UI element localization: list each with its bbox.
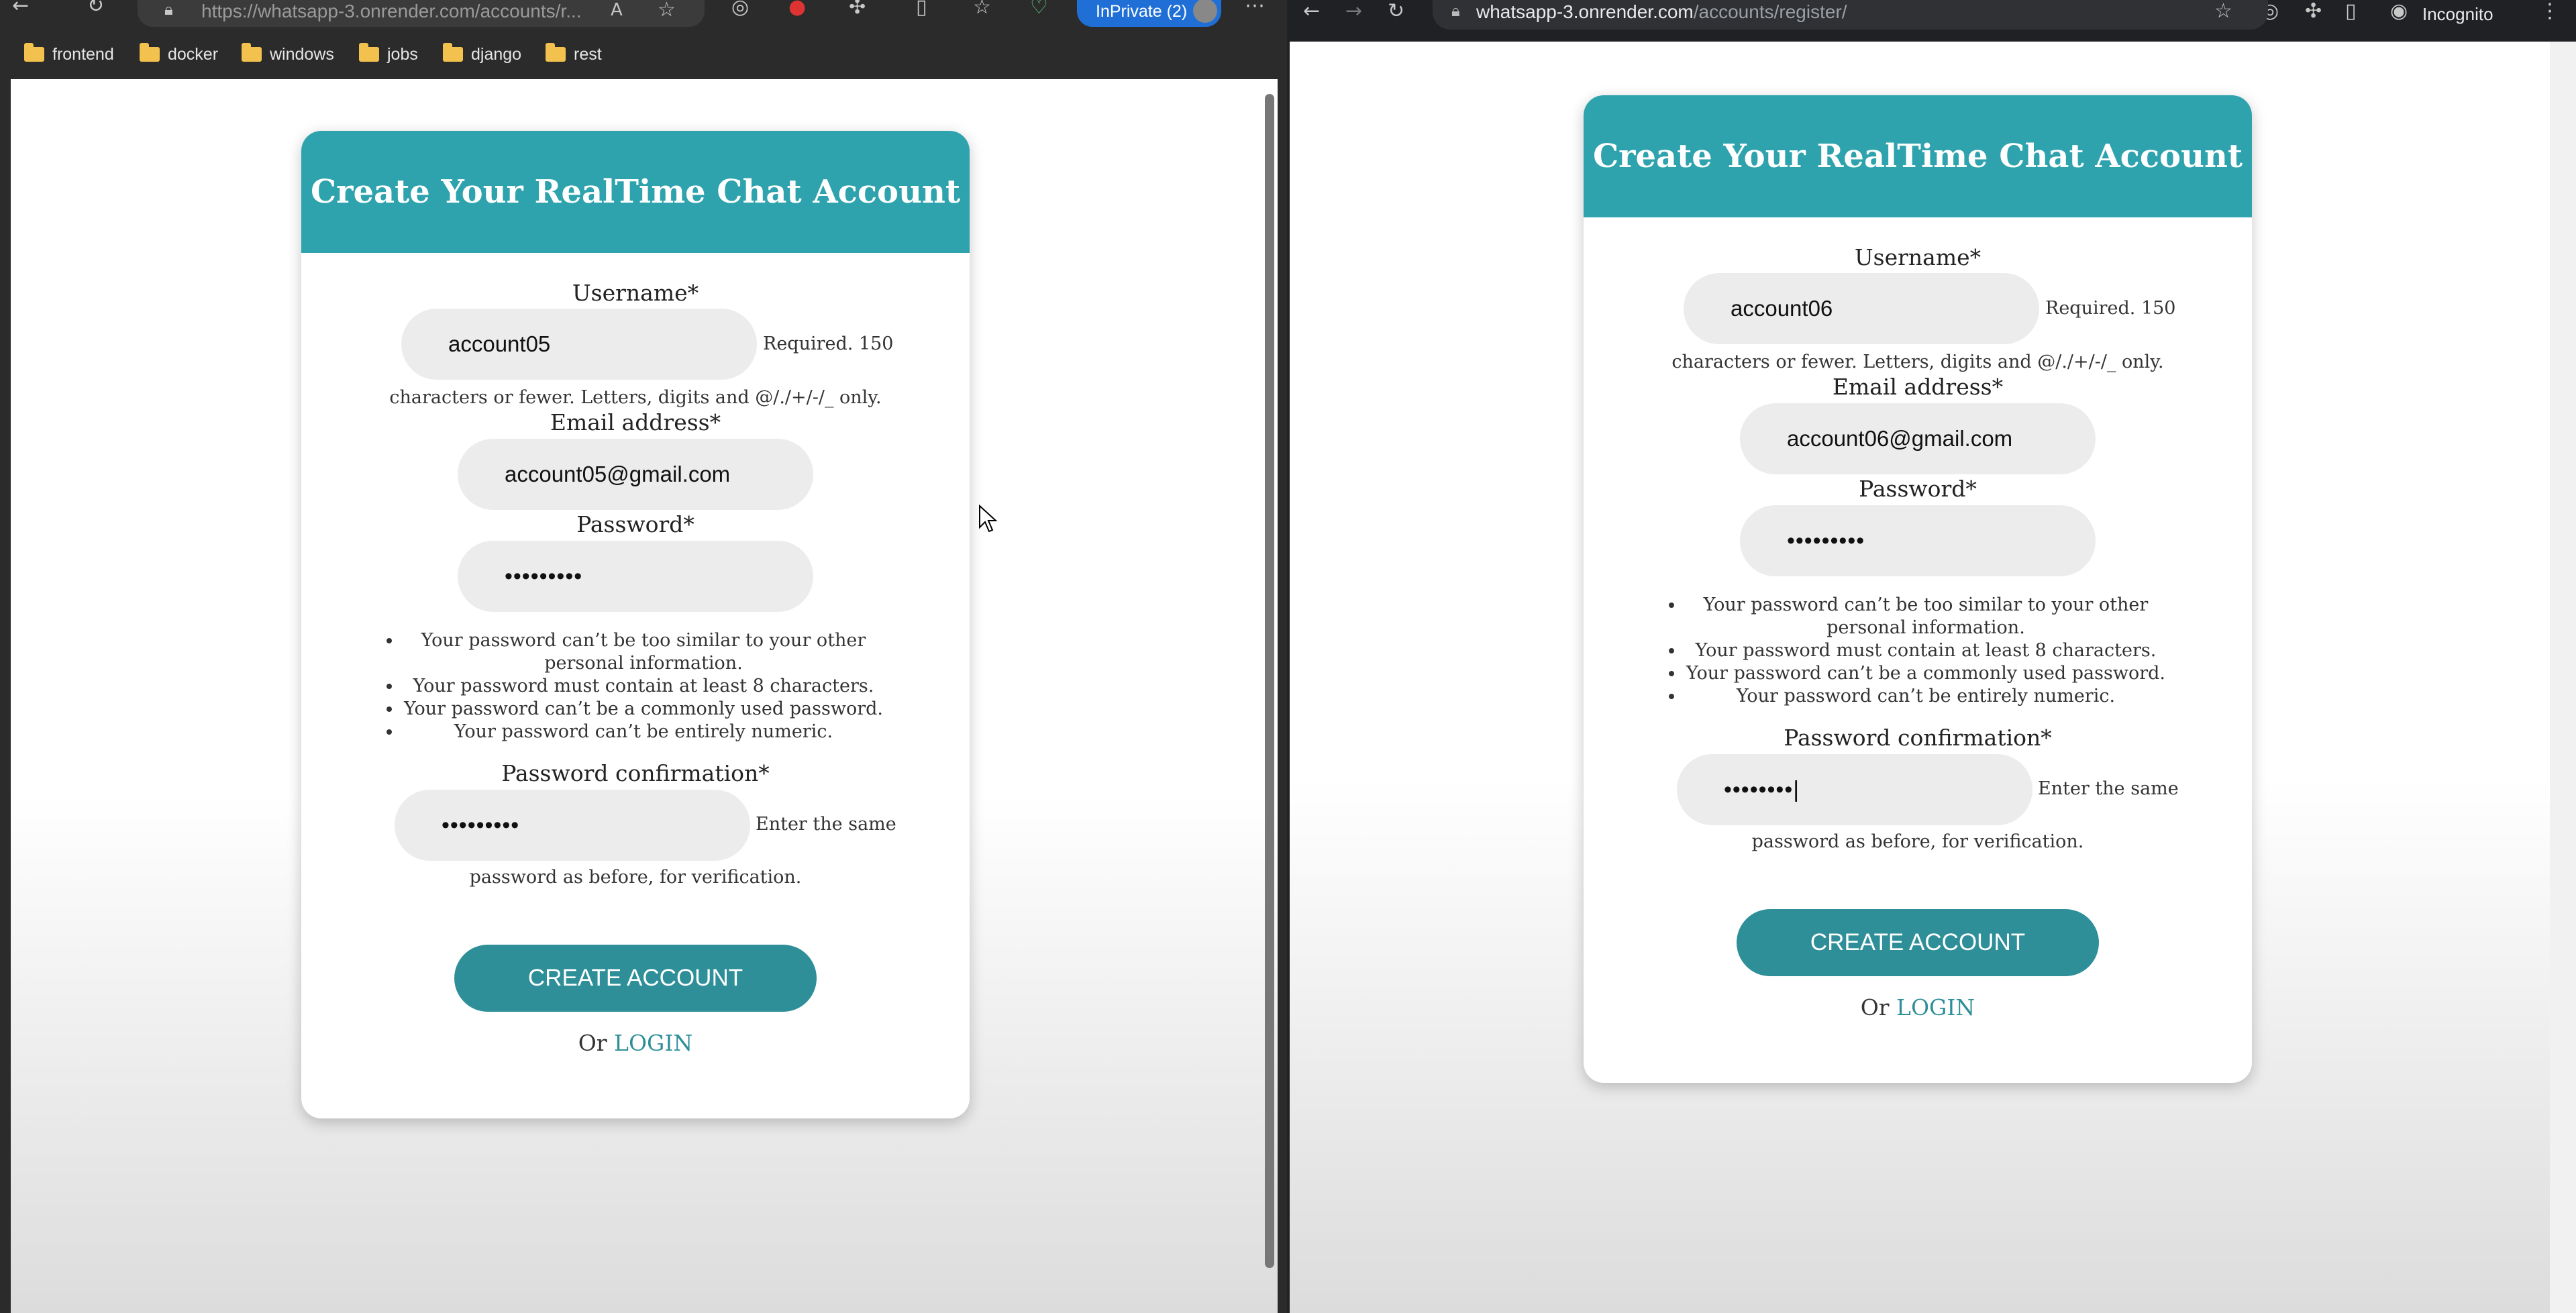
bookmark-windows[interactable]: windows <box>242 38 334 71</box>
rule-item: Your password can’t be too similar to yo… <box>1684 594 2167 639</box>
mouse-cursor-icon <box>979 505 998 533</box>
lock-icon: 🔒︎ <box>1451 1 1460 20</box>
incognito-icon: ◉ <box>2390 0 2408 23</box>
left-address-bar[interactable]: 🔒︎ https://whatsapp-3.onrender.com/accou… <box>138 0 705 27</box>
email-input[interactable]: account06@gmail.com <box>1740 403 2096 474</box>
bookmark-frontend[interactable]: frontend <box>24 38 114 71</box>
url-host: whatsapp-3.onrender.com <box>1476 1 1694 22</box>
right-address-bar[interactable]: 🔒︎ whatsapp-3.onrender.com/accounts/regi… <box>1433 0 2268 30</box>
password-label: Password* <box>1859 476 1977 502</box>
incognito-label: Incognito <box>2422 4 2493 24</box>
folder-icon <box>24 43 44 62</box>
email-label: Email address* <box>550 409 721 435</box>
card-title: Create Your RealTime Chat Account <box>1584 95 2252 217</box>
username-help-b: characters or fewer. Letters, digits and… <box>1671 352 2164 372</box>
extension-glasses-icon[interactable]: ◎ <box>731 0 749 17</box>
confirm-help-b: password as before, for verification. <box>1751 831 2084 852</box>
rule-item: Your password can’t be a commonly used p… <box>402 698 885 721</box>
inprivate-label: InPrivate (2) <box>1096 1 1188 21</box>
star-icon[interactable]: ☆ <box>2214 1 2232 21</box>
folder-icon <box>359 43 379 62</box>
password-rules: Your password can’t be too similar to yo… <box>382 629 885 743</box>
rule-item: Your password can’t be entirely numeric. <box>402 721 885 743</box>
folder-icon <box>546 43 566 62</box>
folder-icon <box>140 43 160 62</box>
avatar <box>1193 0 1217 23</box>
username-help-a: Required. 150 <box>2045 298 2176 319</box>
confirm-label: Password confirmation* <box>501 760 770 786</box>
username-input[interactable]: account05 <box>401 309 757 380</box>
split-screen-icon[interactable]: ▯ <box>916 0 927 17</box>
left-scrollbar[interactable] <box>1265 94 1274 1268</box>
bookmark-jobs[interactable]: jobs <box>359 38 418 71</box>
url-path: /accounts/register/ <box>1693 1 1847 22</box>
create-account-button[interactable]: CREATE ACCOUNT <box>454 945 817 1012</box>
read-aloud-icon[interactable]: A <box>611 1 623 19</box>
lock-icon: 🔒︎ <box>164 0 173 19</box>
rule-item: Your password can’t be too similar to yo… <box>402 629 885 675</box>
password-confirm-input[interactable]: ••••••••| <box>1677 754 2032 825</box>
confirm-label: Password confirmation* <box>1784 725 2052 751</box>
email-label: Email address* <box>1832 374 2004 400</box>
confirm-help-a: Enter the same <box>756 814 896 835</box>
star-icon[interactable]: ☆ <box>658 0 676 20</box>
extension-red-icon[interactable]: ● <box>788 0 806 17</box>
favorites-icon[interactable]: ☆ <box>973 0 991 17</box>
password-input[interactable]: ••••••••• <box>1740 505 2096 576</box>
left-toolbar: ← ↻ 🔒︎ https://whatsapp-3.onrender.com/a… <box>0 0 1287 32</box>
password-label: Password* <box>576 511 694 537</box>
login-link[interactable]: LOGIN <box>1896 994 1975 1020</box>
reload-icon[interactable]: ↻ <box>1388 1 1404 21</box>
or-login-row: Or LOGIN <box>578 1030 693 1056</box>
inprivate-badge[interactable]: InPrivate (2) <box>1077 0 1221 27</box>
rule-item: Your password must contain at least 8 ch… <box>1684 639 2167 662</box>
password-confirm-input[interactable]: ••••••••• <box>395 790 750 861</box>
folder-icon <box>443 43 463 62</box>
username-label: Username* <box>572 280 699 306</box>
extensions-icon[interactable]: ✣ <box>2305 1 2322 21</box>
more-icon[interactable]: ⋯ <box>1245 0 1265 16</box>
rule-item: Your password can’t be entirely numeric. <box>1684 685 2167 708</box>
create-account-button[interactable]: CREATE ACCOUNT <box>1737 909 2099 976</box>
username-label: Username* <box>1854 244 1981 270</box>
login-link[interactable]: LOGIN <box>614 1030 692 1056</box>
side-panel-icon[interactable]: ▯ <box>2345 1 2357 21</box>
right-page-viewport: Create Your RealTime Chat Account Userna… <box>1290 42 2576 1313</box>
username-help-a: Required. 150 <box>763 333 894 354</box>
browser-essentials-icon[interactable]: ♡ <box>1030 0 1048 17</box>
left-url-text: https://whatsapp-3.onrender.com/accounts… <box>201 1 582 21</box>
register-card-right: Create Your RealTime Chat Account Userna… <box>1584 95 2252 1083</box>
more-icon[interactable]: ⋮ <box>2540 1 2560 21</box>
extensions-icon[interactable]: ✣ <box>849 0 866 17</box>
folder-icon <box>242 43 262 62</box>
bookmark-django[interactable]: django <box>443 38 521 71</box>
forward-arrow-icon[interactable]: → <box>1345 1 1362 21</box>
reload-icon[interactable]: ↻ <box>87 0 104 16</box>
or-login-row: Or LOGIN <box>1860 994 1975 1020</box>
email-input[interactable]: account05@gmail.com <box>458 439 813 510</box>
bookmarks-bar: frontend docker windows jobs django rest <box>0 38 1287 71</box>
password-input[interactable]: ••••••••• <box>458 541 813 612</box>
username-input[interactable]: account06 <box>1684 273 2039 344</box>
password-rules: Your password can’t be too similar to yo… <box>1664 594 2167 708</box>
bookmark-rest[interactable]: rest <box>546 38 602 71</box>
confirm-help-b: password as before, for verification. <box>469 867 802 888</box>
card-title: Create Your RealTime Chat Account <box>301 131 970 253</box>
rule-item: Your password must contain at least 8 ch… <box>402 675 885 698</box>
back-arrow-icon[interactable]: ← <box>1303 1 1320 21</box>
back-arrow-icon[interactable]: ← <box>12 0 29 16</box>
left-page-viewport: Create Your RealTime Chat Account Userna… <box>11 79 1278 1313</box>
bookmark-docker[interactable]: docker <box>140 38 218 71</box>
register-card-left: Create Your RealTime Chat Account Userna… <box>301 131 970 1118</box>
rule-item: Your password can’t be a commonly used p… <box>1684 662 2167 685</box>
username-help-b: characters or fewer. Letters, digits and… <box>389 387 882 408</box>
right-scrollbar[interactable] <box>2550 42 2576 1313</box>
confirm-help-a: Enter the same <box>2038 778 2179 799</box>
